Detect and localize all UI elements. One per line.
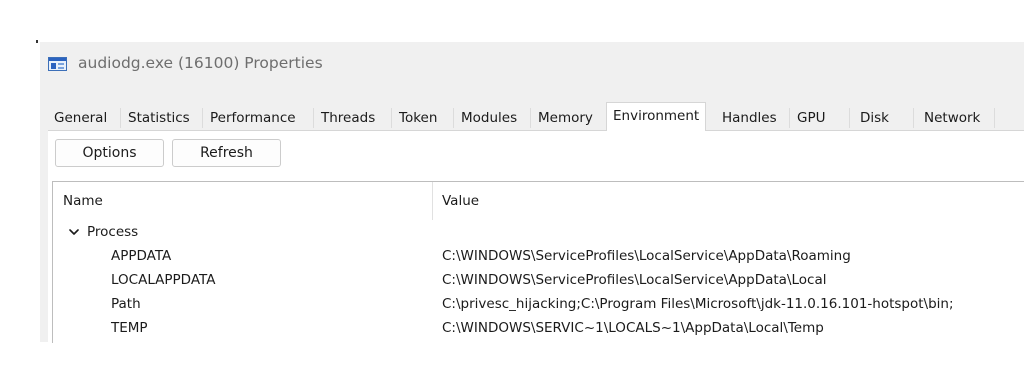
tab-gpu[interactable]: GPU — [791, 106, 831, 130]
tab-separator — [789, 108, 790, 128]
group-label: Process — [87, 224, 139, 240]
refresh-button[interactable]: Refresh — [172, 139, 281, 167]
screenshot-stage: audiodg.exe (16100) Properties General S… — [0, 0, 1024, 380]
variable-name: LOCALAPPDATA — [111, 272, 216, 288]
column-header-value[interactable]: Value — [442, 182, 479, 220]
tab-network[interactable]: Network — [918, 106, 986, 130]
tab-separator — [994, 108, 995, 128]
variable-name: Path — [111, 296, 141, 312]
tab-token[interactable]: Token — [393, 106, 443, 130]
table-row[interactable]: APPDATA C:\WINDOWS\ServiceProfiles\Local… — [53, 244, 1024, 268]
window-app-icon — [48, 57, 67, 71]
tab-statistics[interactable]: Statistics — [122, 106, 196, 130]
variable-value: C:\privesc_hijacking;C:\Program Files\Mi… — [442, 296, 954, 312]
environment-tab-panel: Options Refresh Name Value Process APPDA… — [48, 130, 1024, 343]
edge-mark — [36, 40, 38, 43]
tab-modules[interactable]: Modules — [455, 106, 523, 130]
environment-list[interactable]: Name Value Process APPDATA C:\WINDOWS\Se… — [52, 181, 1024, 343]
tab-handles[interactable]: Handles — [716, 106, 783, 130]
properties-window: audiodg.exe (16100) Properties General S… — [40, 42, 1024, 343]
tab-strip: General Statistics Performance Threads T… — [40, 102, 1024, 131]
tab-disk[interactable]: Disk — [854, 106, 895, 130]
column-divider[interactable] — [432, 182, 433, 220]
column-header-name[interactable]: Name — [63, 182, 103, 220]
variable-value: C:\WINDOWS\ServiceProfiles\LocalService\… — [442, 272, 827, 288]
tab-performance[interactable]: Performance — [204, 106, 302, 130]
tab-separator — [849, 108, 850, 128]
tab-separator — [453, 108, 454, 128]
variable-value: C:\WINDOWS\SERVIC~1\LOCALS~1\AppData\Loc… — [442, 320, 824, 336]
variable-name: TEMP — [111, 320, 148, 336]
table-row[interactable]: Path C:\privesc_hijacking;C:\Program Fil… — [53, 292, 1024, 316]
title-bar[interactable]: audiodg.exe (16100) Properties — [40, 42, 1024, 94]
tab-separator — [120, 108, 121, 128]
tab-general[interactable]: General — [48, 106, 113, 130]
tab-threads[interactable]: Threads — [315, 106, 381, 130]
tab-separator — [530, 108, 531, 128]
variable-name: APPDATA — [111, 248, 172, 264]
tab-memory[interactable]: Memory — [532, 106, 599, 130]
options-button[interactable]: Options — [55, 139, 164, 167]
table-row[interactable]: TEMP C:\WINDOWS\SERVIC~1\LOCALS~1\AppDat… — [53, 316, 1024, 340]
chevron-down-icon[interactable] — [69, 227, 79, 237]
tab-separator — [913, 108, 914, 128]
table-row[interactable]: LOCALAPPDATA C:\WINDOWS\ServiceProfiles\… — [53, 268, 1024, 292]
tab-environment[interactable]: Environment — [606, 102, 707, 131]
tab-separator — [391, 108, 392, 128]
tab-separator — [202, 108, 203, 128]
window-title: audiodg.exe (16100) Properties — [78, 54, 323, 72]
variable-value: C:\WINDOWS\ServiceProfiles\LocalService\… — [442, 248, 851, 264]
tab-separator — [313, 108, 314, 128]
group-row-process[interactable]: Process — [53, 220, 1024, 244]
